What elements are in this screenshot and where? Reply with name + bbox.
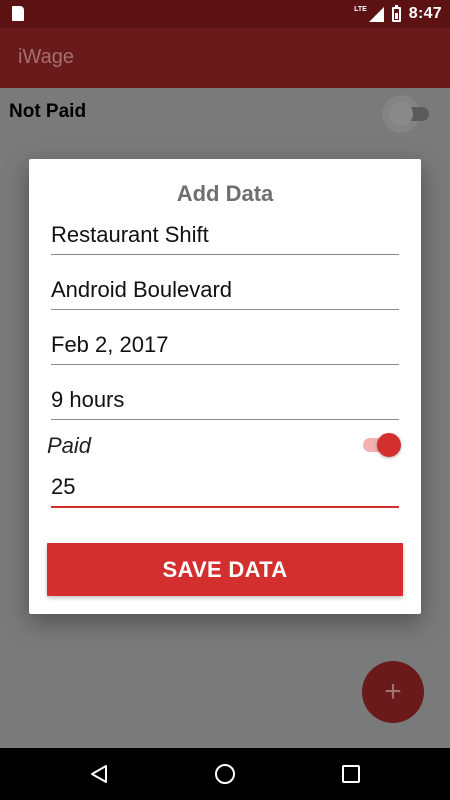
amount-field[interactable]: 25 <box>51 464 399 508</box>
job-name-value: Restaurant Shift <box>51 222 209 247</box>
not-paid-label: Not Paid <box>9 101 87 122</box>
date-field[interactable]: Feb 2, 2017 <box>51 321 399 365</box>
amount-value: 25 <box>51 474 76 499</box>
recents-icon[interactable] <box>342 765 360 783</box>
paid-row: Paid <box>47 427 401 463</box>
signal-icon <box>368 6 384 22</box>
battery-icon <box>391 4 401 22</box>
location-value: Android Boulevard <box>51 277 233 302</box>
add-data-dialog: Add Data Restaurant Shift Android Boulev… <box>29 159 421 614</box>
duration-value: 9 hours <box>51 387 125 412</box>
duration-field[interactable]: 9 hours <box>51 376 399 420</box>
add-entry-button[interactable]: + <box>362 661 424 723</box>
status-time: 8:47 <box>408 5 442 22</box>
paid-label: Paid <box>47 433 92 458</box>
app-title: iWage <box>18 46 74 68</box>
back-icon[interactable] <box>89 764 109 784</box>
job-name-field[interactable]: Restaurant Shift <box>51 211 399 255</box>
location-field[interactable]: Android Boulevard <box>51 266 399 310</box>
status-icons: LTE 8:47 <box>354 0 442 28</box>
save-data-button[interactable]: SAVE DATA <box>47 543 403 596</box>
status-bar: LTE 8:47 <box>0 0 450 28</box>
app-bar: iWage <box>0 28 450 88</box>
network-type: LTE <box>354 5 367 13</box>
paid-toggle[interactable] <box>361 433 401 457</box>
navigation-bar <box>0 748 450 800</box>
home-icon[interactable] <box>214 763 236 785</box>
date-value: Feb 2, 2017 <box>51 332 169 357</box>
not-paid-toggle[interactable] <box>382 95 429 133</box>
dialog-title: Add Data <box>176 181 274 206</box>
paid-toggle-thumb <box>377 433 401 457</box>
plus-icon: + <box>384 675 402 708</box>
toggle-thumb <box>389 102 413 126</box>
sd-card-icon <box>12 6 24 21</box>
